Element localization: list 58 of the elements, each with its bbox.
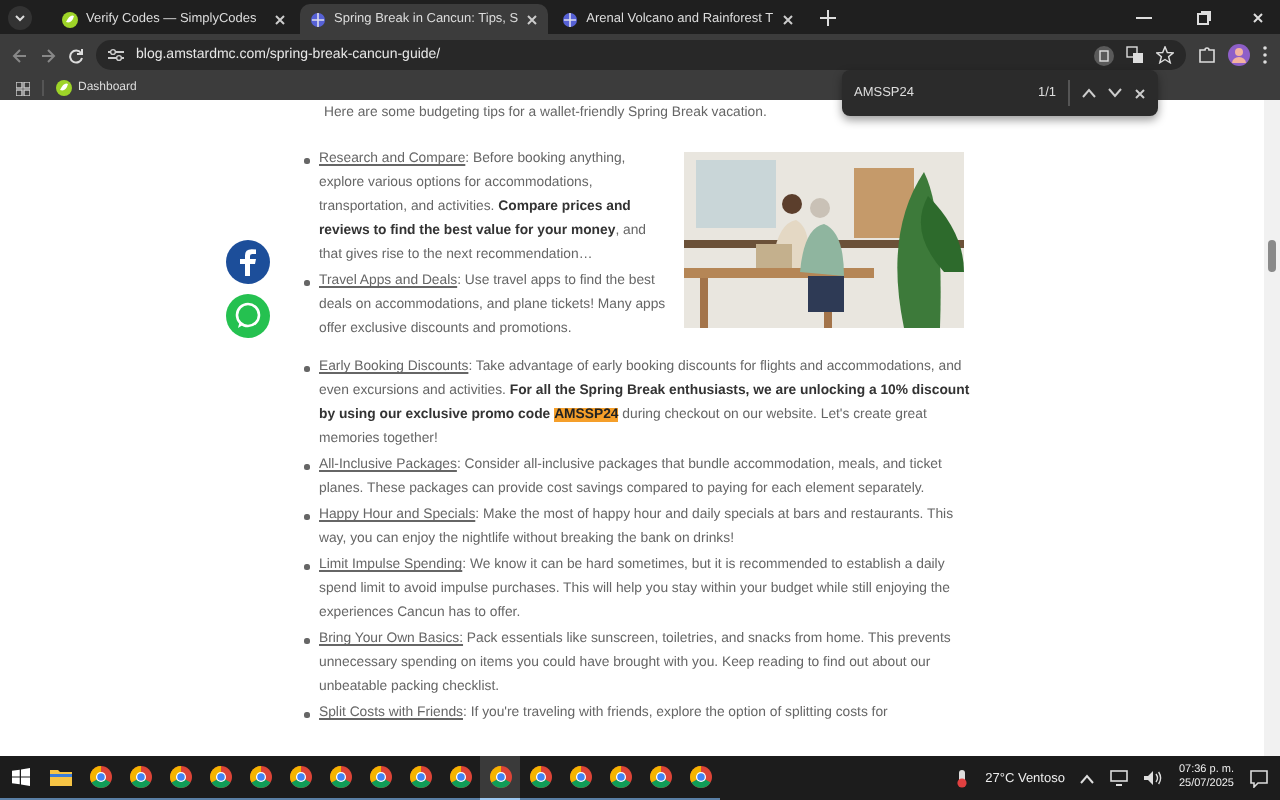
profile-icon[interactable] [1228,44,1250,66]
chevron-up-icon[interactable] [1082,88,1096,98]
bullet-icon [304,366,309,371]
extensions-icon[interactable] [1198,46,1216,64]
chrome-icon [169,766,191,788]
bullet-icon [304,514,309,519]
close-window-icon[interactable] [1252,12,1264,24]
reload-icon[interactable] [68,47,84,63]
chrome-icon [89,766,111,788]
translate-icon[interactable] [1126,46,1144,64]
chrome-icon [249,766,271,788]
restore-icon[interactable] [1196,10,1212,26]
speaker-icon[interactable] [1144,770,1163,786]
chrome-icon [129,766,151,788]
scrollbar-thumb[interactable] [1268,240,1276,272]
leaf-icon [56,80,72,96]
site-settings-icon[interactable] [108,48,124,62]
bullet-icon [304,638,309,643]
bullet-icon [304,280,309,285]
close-icon[interactable] [274,13,286,25]
chrome-icon [209,766,231,788]
network-icon[interactable] [1110,770,1129,786]
chevron-down-icon[interactable] [1108,88,1122,98]
back-icon[interactable] [12,47,28,63]
close-icon[interactable] [1134,87,1146,99]
star-icon[interactable] [1156,46,1174,64]
forward-icon[interactable] [40,47,56,63]
globe-icon [310,11,326,27]
chrome-icon [569,766,591,788]
chrome-icon [609,766,631,788]
close-icon[interactable] [781,13,794,25]
chrome-icon [329,766,351,788]
bullet-icon [304,712,309,717]
chrome-icon [369,766,391,788]
chrome-icon [649,766,671,788]
chrome-icon [489,766,511,788]
bullet-icon [304,564,309,569]
menu-icon[interactable] [1262,46,1268,64]
new-tab-icon[interactable] [819,10,836,26]
close-icon[interactable] [526,13,539,25]
globe-icon [562,11,579,27]
chrome-icon [449,766,471,788]
apps-icon[interactable] [16,81,30,95]
folder-icon[interactable] [49,768,71,786]
notification-icon[interactable] [1250,769,1268,787]
chrome-icon [289,766,311,788]
windows-icon[interactable] [11,768,29,786]
leaf-icon [62,11,78,27]
chrome-icon [529,766,551,788]
document-icon[interactable] [1094,45,1114,65]
weather-icon[interactable] [953,769,970,787]
chevron-up-icon[interactable] [1080,773,1095,783]
tab-search-icon[interactable] [8,6,32,30]
bullet-icon [304,158,309,163]
facebook-icon[interactable] [226,240,270,284]
bullet-icon [304,464,309,469]
chrome-icon [409,766,431,788]
chrome-icon [689,766,711,788]
